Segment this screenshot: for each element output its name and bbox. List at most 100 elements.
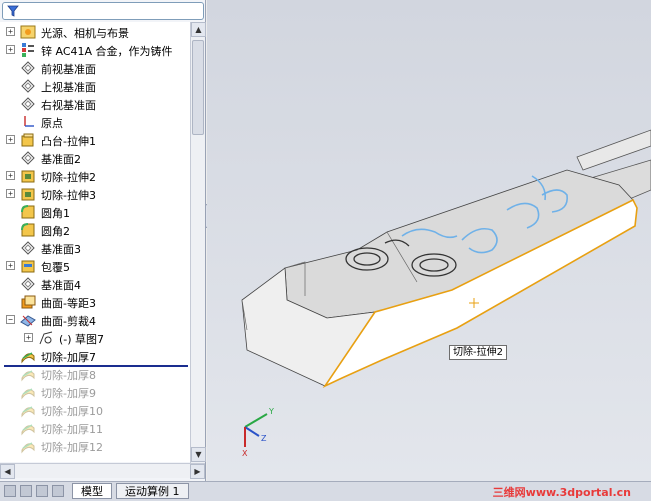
feature-tree: + 光源、相机与布景 + 锌 AC41A 合金，作为铸件 前视基准面 上视基准面 右视基准面… [0,22,190,462]
tab-first-button[interactable] [4,485,16,497]
scroll-right-button[interactable]: ▶ [190,464,205,479]
tree-item[interactable]: 切除-加厚10 [0,401,190,419]
triad-x-label: X [242,449,248,458]
horizontal-scrollbar[interactable]: ◀ ▶ [0,463,205,479]
plane-icon [21,61,35,75]
tree-item[interactable]: 上视基准面 [0,77,190,95]
thicken-cut-icon [21,370,35,382]
thicken-cut-icon [21,352,35,364]
tree-item[interactable]: 切除-加厚12 [0,437,190,455]
tab-prev-button[interactable] [20,485,32,497]
tree-item[interactable]: 基准面2 [0,149,190,167]
tree-item-label: 包覆5 [41,261,70,274]
tree-item[interactable]: + 切除-拉伸2 [0,167,190,185]
watermark: 三维网www.3dportal.cn [492,486,631,499]
plane-icon [21,277,35,291]
tree-item-label: (-) 草图7 [59,333,105,346]
plane-icon [21,241,35,255]
scroll-down-button[interactable]: ▼ [191,447,206,462]
thicken-cut-icon [21,406,35,418]
plane-icon [21,97,35,111]
tree-item[interactable]: 切除-加厚11 [0,419,190,437]
tree-item-label: 切除-加厚10 [41,405,103,418]
tree-item-label: 曲面-剪裁4 [41,315,96,328]
filter-bar[interactable] [2,2,204,20]
tree-item[interactable]: + 包覆5 [0,257,190,275]
boss-extrude-icon [21,133,34,147]
tree-item[interactable]: 圆角1 [0,203,190,221]
tree-item-label: 凸台-拉伸1 [41,135,96,148]
feature-manager-panel: + 光源、相机与布景 + 锌 AC41A 合金，作为铸件 前视基准面 上视基准面 右视基准面… [0,0,206,481]
tree-item-label: 锌 AC41A 合金，作为铸件 [41,45,173,58]
scroll-thumb[interactable] [192,40,204,135]
tree-item[interactable]: 切除-加厚7 [0,347,190,365]
cut-extrude-icon [21,188,35,201]
expand-icon[interactable]: + [6,45,15,54]
model-view[interactable]: Y Z X [207,0,651,481]
tree-item-label: 前视基准面 [41,63,96,76]
tree-item[interactable]: 切除-加厚8 [0,365,190,383]
tab-motion-study[interactable]: 运动算例 1 [116,483,189,499]
expand-icon[interactable]: + [6,27,15,36]
tree-item[interactable]: + 凸台-拉伸1 [0,131,190,149]
tree-item[interactable]: 原点 [0,113,190,131]
tree-item-label: 切除-加厚9 [41,387,96,400]
thicken-cut-icon [21,388,35,400]
expand-icon[interactable]: + [6,189,15,198]
scroll-left-button[interactable]: ◀ [0,464,15,479]
cut-extrude-icon [21,170,35,183]
tree-item[interactable]: 右视基准面 [0,95,190,113]
tree-item[interactable]: 前视基准面 [0,59,190,77]
tree-item[interactable]: 圆角2 [0,221,190,239]
tree-item-label: 切除-加厚8 [41,369,96,382]
tree-item-label: 上视基准面 [41,81,96,94]
tree-item-label: 基准面2 [41,153,81,166]
tree-item[interactable]: + 光源、相机与布景 [0,23,190,41]
tree-item-label: 切除-加厚7 [41,351,96,364]
fillet-icon [21,223,35,237]
tree-item-label: 原点 [41,117,63,130]
feature-tooltip: 切除-拉伸2 [449,345,507,360]
graphics-viewport[interactable]: Y Z X [207,0,651,481]
tree-item-label: 曲面-等距3 [41,297,96,310]
expand-icon[interactable]: + [6,135,15,144]
scroll-up-button[interactable]: ▲ [191,22,206,37]
tree-item-label: 切除-拉伸2 [41,171,96,184]
tab-next-button[interactable] [36,485,48,497]
expand-icon[interactable]: + [24,333,33,342]
tree-item[interactable]: + 切除-拉伸3 [0,185,190,203]
sketch-icon [39,331,53,345]
thicken-cut-icon [21,424,35,436]
material-icon [22,43,34,57]
tree-item[interactable]: 切除-加厚9 [0,383,190,401]
filter-icon[interactable] [7,5,19,17]
tree-item-label: 切除-加厚12 [41,441,103,454]
vertical-scrollbar[interactable]: ▲ ▼ [190,22,206,463]
expand-icon[interactable]: + [6,261,15,270]
trim-surface-icon [20,315,36,327]
wrap-icon [21,260,35,273]
triad-y-label: Y [268,407,274,416]
tree-item[interactable]: + (-) 草图7 [0,329,190,347]
tree-item-label: 基准面3 [41,243,81,256]
tree-item[interactable]: 基准面3 [0,239,190,257]
tab-model[interactable]: 模型 [72,483,112,499]
tree-item-label: 切除-拉伸3 [41,189,96,202]
tab-last-button[interactable] [52,485,64,497]
triad-z-label: Z [261,434,267,443]
tree-item-label: 右视基准面 [41,99,96,112]
collapse-icon[interactable]: − [6,315,15,324]
tree-item-label: 圆角2 [41,225,70,238]
tree-item[interactable]: 曲面-等距3 [0,293,190,311]
plane-icon [21,79,35,93]
expand-icon[interactable]: + [6,171,15,180]
fillet-icon [21,205,35,219]
orientation-triad[interactable]: Y Z X [242,407,274,458]
tree-item-label: 切除-加厚11 [41,423,103,436]
tree-item-label: 基准面4 [41,279,81,292]
tree-item[interactable]: 基准面4 [0,275,190,293]
tree-item[interactable]: + 锌 AC41A 合金，作为铸件 [0,41,190,59]
tree-item[interactable]: − 曲面-剪裁4 [0,311,190,329]
rollback-bar[interactable] [4,365,188,367]
origin-icon [24,116,34,127]
